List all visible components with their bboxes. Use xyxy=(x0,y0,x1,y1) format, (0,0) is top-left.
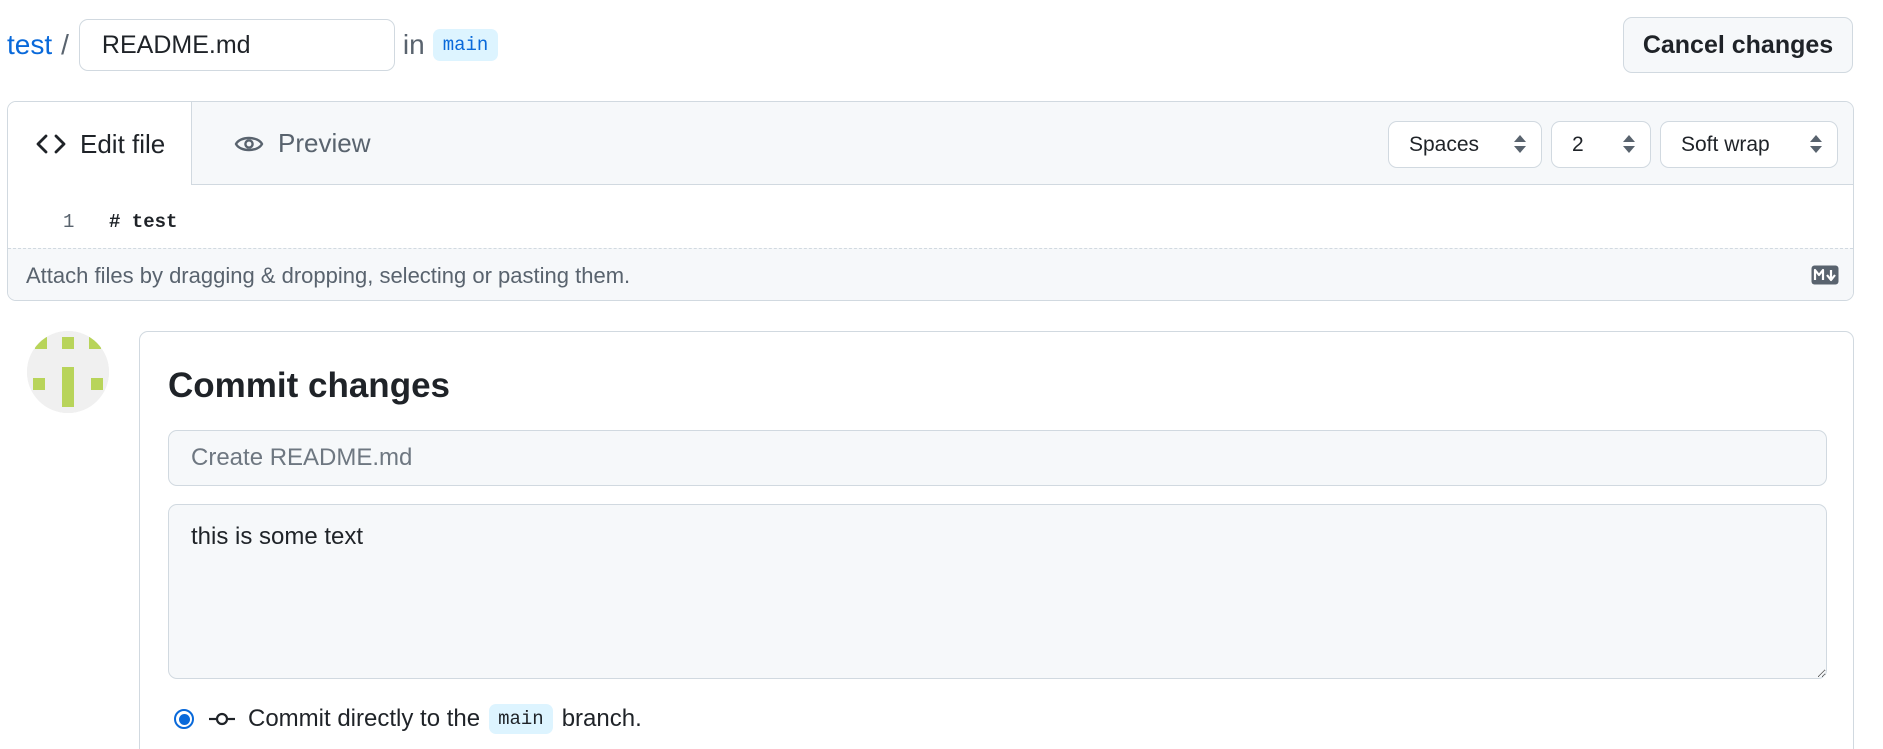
attach-files-bar[interactable]: Attach files by dragging & dropping, sel… xyxy=(8,248,1853,300)
commit-message-input[interactable] xyxy=(168,430,1827,486)
path-separator: / xyxy=(61,29,69,60)
identicon xyxy=(27,331,109,413)
markdown-icon[interactable] xyxy=(1811,265,1839,285)
file-editor: Edit file Preview Spaces 2 Soft wrap 1 #… xyxy=(7,101,1854,301)
commit-option-prefix: Commit directly to the xyxy=(248,705,481,732)
indent-mode-value: Spaces xyxy=(1409,132,1480,156)
wrap-mode-select[interactable]: Soft wrap xyxy=(1660,121,1838,168)
indent-mode-select[interactable]: Spaces xyxy=(1388,121,1542,168)
in-label: in xyxy=(402,29,425,60)
tab-edit-file[interactable]: Edit file xyxy=(8,102,192,186)
file-path-bar: test / in main xyxy=(7,17,499,73)
wrap-mode-value: Soft wrap xyxy=(1681,132,1770,156)
select-caret-icon xyxy=(1514,135,1526,153)
code-icon xyxy=(36,134,66,154)
select-caret-icon xyxy=(1623,135,1635,153)
tab-preview[interactable]: Preview xyxy=(226,102,370,185)
tab-preview-label: Preview xyxy=(278,128,371,158)
filename-input[interactable] xyxy=(78,19,395,71)
commit-panel: Commit changes this is some text Commit … xyxy=(139,331,1854,749)
tab-edit-file-label: Edit file xyxy=(80,128,166,159)
avatar xyxy=(27,331,109,413)
indent-size-value: 2 xyxy=(1572,132,1584,156)
commit-option-suffix: branch. xyxy=(561,705,642,732)
commit-option-branch: main xyxy=(489,704,553,734)
edit-file-page: test / in main Cancel changes Edit file … xyxy=(0,0,1883,749)
code-line[interactable]: # test xyxy=(109,211,177,233)
commit-description-textarea[interactable]: this is some text xyxy=(168,504,1827,679)
commit-direct-radio[interactable] xyxy=(174,709,194,729)
commit-title: Commit changes xyxy=(168,366,450,405)
cancel-changes-button[interactable]: Cancel changes xyxy=(1623,17,1853,73)
line-number: 1 xyxy=(63,211,75,233)
eye-icon xyxy=(234,136,264,151)
code-editor-area[interactable]: 1 # test xyxy=(8,185,1853,248)
attach-files-hint: Attach files by dragging & dropping, sel… xyxy=(26,262,631,288)
git-commit-icon xyxy=(209,712,235,726)
indent-size-select[interactable]: 2 xyxy=(1551,121,1651,168)
editor-toolbar: Edit file Preview Spaces 2 Soft wrap xyxy=(8,102,1853,186)
repo-link[interactable]: test xyxy=(7,29,52,61)
select-caret-icon xyxy=(1810,135,1822,153)
commit-direct-option[interactable]: Commit directly to the main branch. xyxy=(174,704,642,734)
branch-badge: main xyxy=(432,29,499,61)
